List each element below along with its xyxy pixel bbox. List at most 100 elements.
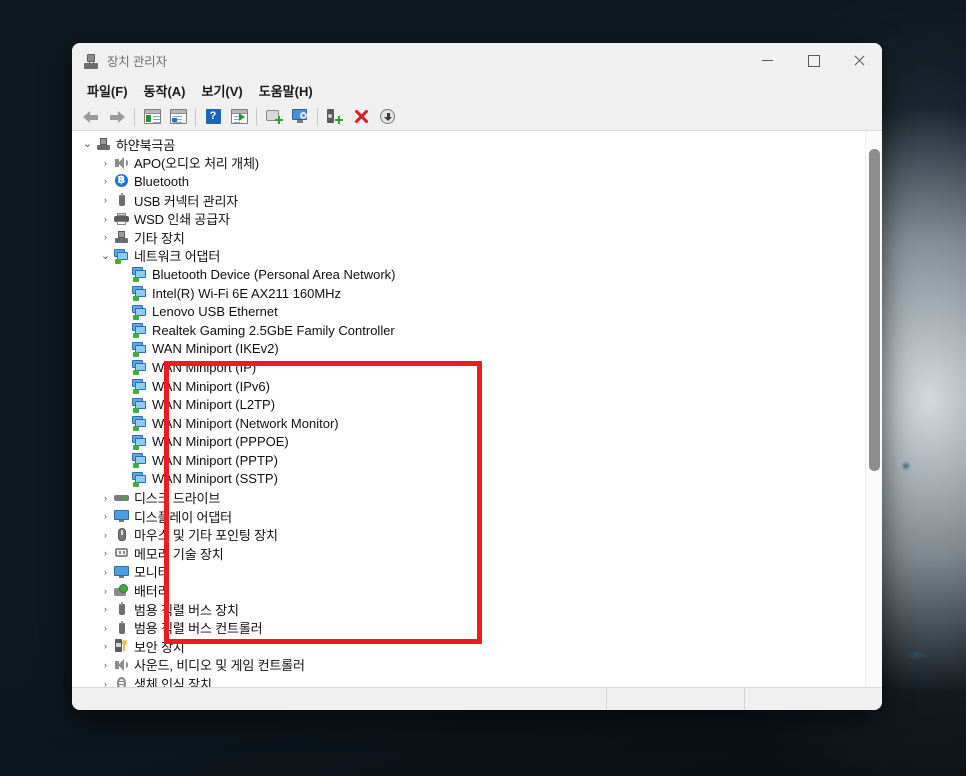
chevron-right-icon[interactable]: ›: [98, 530, 113, 540]
tree-row-label: 네트워크 어댑터: [134, 249, 221, 265]
maximize-button[interactable]: [790, 43, 836, 78]
window-titlebar[interactable]: 장치 관리자: [72, 43, 882, 78]
vertical-scrollbar[interactable]: [865, 131, 882, 687]
display-adapter-icon: [113, 564, 130, 580]
tree-row[interactable]: › 보안 장치: [72, 637, 865, 656]
tree-row[interactable]: ›WAN Miniport (IKEv2): [72, 340, 865, 359]
close-icon: [854, 55, 865, 66]
chevron-right-icon[interactable]: ›: [98, 567, 113, 577]
tree-row[interactable]: ›Intel(R) Wi-Fi 6E AX211 160MHz: [72, 284, 865, 303]
tree-row[interactable]: › 범용 직렬 버스 장치: [72, 600, 865, 619]
computer-icon: [95, 136, 112, 152]
tree-row-label: WAN Miniport (IPv6): [152, 378, 270, 394]
tree-row-label: USB 커넥터 관리자: [134, 193, 239, 209]
tree-row[interactable]: › WSD 인쇄 공급자: [72, 209, 865, 228]
tree-row-label: 보안 장치: [134, 639, 185, 655]
tree-row-label: 디스플레이 어댑터: [134, 509, 232, 525]
show-hidden-icon: [230, 109, 248, 124]
remote-monitor-button[interactable]: [287, 105, 313, 129]
tree-row[interactable]: › 메모리 기술 장치: [72, 544, 865, 563]
enable-device-button[interactable]: [374, 105, 400, 129]
tree-row[interactable]: ⌄ 하얀북극곰: [72, 135, 865, 154]
tree-row-label: Intel(R) Wi-Fi 6E AX211 160MHz: [152, 285, 342, 301]
tree-row-label: WAN Miniport (PPPOE): [152, 434, 289, 450]
back-button[interactable]: [78, 105, 104, 129]
tree-row-label: 하얀북극곰: [116, 137, 176, 153]
minimize-button[interactable]: [744, 43, 790, 78]
tree-row[interactable]: ⌄ 네트워크 어댑터: [72, 247, 865, 266]
tree-row-label: WSD 인쇄 공급자: [134, 212, 230, 228]
tree-row[interactable]: ›WAN Miniport (SSTP): [72, 470, 865, 489]
tree-row[interactable]: ›WAN Miniport (PPPOE): [72, 433, 865, 452]
menu-action[interactable]: 동작(A): [136, 79, 194, 102]
chevron-right-icon[interactable]: ›: [98, 548, 113, 558]
tree-row[interactable]: › 마우스 및 기타 포인팅 장치: [72, 525, 865, 544]
device-tree[interactable]: ⌄ 하얀북극곰 › APO(오디오 처리 개체) › ฿ Bluetooth › USB 커넥터…: [72, 131, 865, 687]
tree-row[interactable]: › USB 커넥터 관리자: [72, 191, 865, 210]
status-main: [72, 688, 606, 711]
chevron-right-icon[interactable]: ›: [98, 623, 113, 633]
scan-hardware-button[interactable]: [261, 105, 287, 129]
network-adapter-icon: [131, 471, 148, 487]
chevron-right-icon[interactable]: ›: [98, 604, 113, 614]
update-driver-button[interactable]: [165, 105, 191, 129]
chevron-right-icon[interactable]: ›: [98, 511, 113, 521]
tree-row[interactable]: › ฿ Bluetooth: [72, 172, 865, 191]
tree-row-label: WAN Miniport (IP): [152, 359, 257, 375]
help-button[interactable]: ?: [200, 105, 226, 129]
chevron-down-icon[interactable]: ⌄: [98, 250, 113, 261]
show-hidden-button[interactable]: [226, 105, 252, 129]
network-adapter-icon: [131, 304, 148, 320]
network-adapter-icon: [131, 266, 148, 283]
device-manager-icon: [83, 53, 99, 69]
tree-row[interactable]: › 생체 인식 장치: [72, 674, 865, 687]
tree-row[interactable]: ›Lenovo USB Ethernet: [72, 302, 865, 321]
toolbar: ?: [72, 103, 882, 131]
menu-view[interactable]: 보기(V): [194, 79, 251, 102]
tree-row[interactable]: › 디스플레이 어댑터: [72, 507, 865, 526]
display-adapter-icon: [113, 508, 130, 524]
disable-device-button[interactable]: [348, 105, 374, 129]
tree-row[interactable]: ›WAN Miniport (PPTP): [72, 451, 865, 470]
menu-file[interactable]: 파일(F): [79, 79, 136, 102]
tree-row[interactable]: › 모니터: [72, 563, 865, 582]
tree-row[interactable]: › 디스크 드라이브: [72, 488, 865, 507]
chevron-right-icon[interactable]: ›: [98, 158, 113, 168]
uninstall-device-button[interactable]: [322, 105, 348, 129]
tree-row-label: WAN Miniport (PPTP): [152, 452, 278, 468]
tree-row[interactable]: ›Realtek Gaming 2.5GbE Family Controller: [72, 321, 865, 340]
device-manager-window: 장치 관리자 파일(F) 동작(A) 보기(V) 도움말(H) ? ⌄ 하얀북극…: [72, 43, 882, 710]
properties-button[interactable]: [139, 105, 165, 129]
tree-row[interactable]: › 사운드, 비디오 및 게임 컨트롤러: [72, 656, 865, 675]
tree-row[interactable]: › 기타 장치: [72, 228, 865, 247]
chevron-right-icon[interactable]: ›: [98, 176, 113, 186]
menu-help[interactable]: 도움말(H): [251, 79, 321, 102]
forward-button[interactable]: [104, 105, 130, 129]
tree-row[interactable]: ›WAN Miniport (L2TP): [72, 395, 865, 414]
tree-row[interactable]: ›WAN Miniport (IPv6): [72, 377, 865, 396]
toolbar-separator: [134, 107, 135, 126]
tree-row[interactable]: ›Bluetooth Device (Personal Area Network…: [72, 265, 865, 284]
tree-row[interactable]: ›WAN Miniport (IP): [72, 358, 865, 377]
chevron-right-icon[interactable]: ›: [98, 586, 113, 596]
disk-drive-icon: [113, 490, 130, 506]
computer-icon: [113, 229, 130, 245]
scrollbar-thumb[interactable]: [869, 149, 880, 471]
security-icon: [113, 638, 130, 654]
tree-row[interactable]: ›WAN Miniport (Network Monitor): [72, 414, 865, 433]
chevron-right-icon[interactable]: ›: [98, 195, 113, 205]
chevron-right-icon[interactable]: ›: [98, 232, 113, 242]
tree-row[interactable]: › 배터리: [72, 581, 865, 600]
chevron-right-icon[interactable]: ›: [98, 679, 113, 687]
chevron-right-icon[interactable]: ›: [98, 493, 113, 503]
close-button[interactable]: [836, 43, 882, 78]
minimize-icon: [761, 55, 773, 66]
tree-row[interactable]: › APO(오디오 처리 개체): [72, 154, 865, 173]
chevron-right-icon[interactable]: ›: [98, 641, 113, 651]
content-area: ⌄ 하얀북극곰 › APO(오디오 처리 개체) › ฿ Bluetooth › USB 커넥터…: [72, 131, 882, 687]
tree-row[interactable]: › 범용 직렬 버스 컨트롤러: [72, 618, 865, 637]
chevron-down-icon[interactable]: ⌄: [80, 139, 95, 150]
chevron-right-icon[interactable]: ›: [98, 660, 113, 670]
tree-row-label: 배터리: [134, 584, 170, 600]
chevron-right-icon[interactable]: ›: [98, 214, 113, 224]
